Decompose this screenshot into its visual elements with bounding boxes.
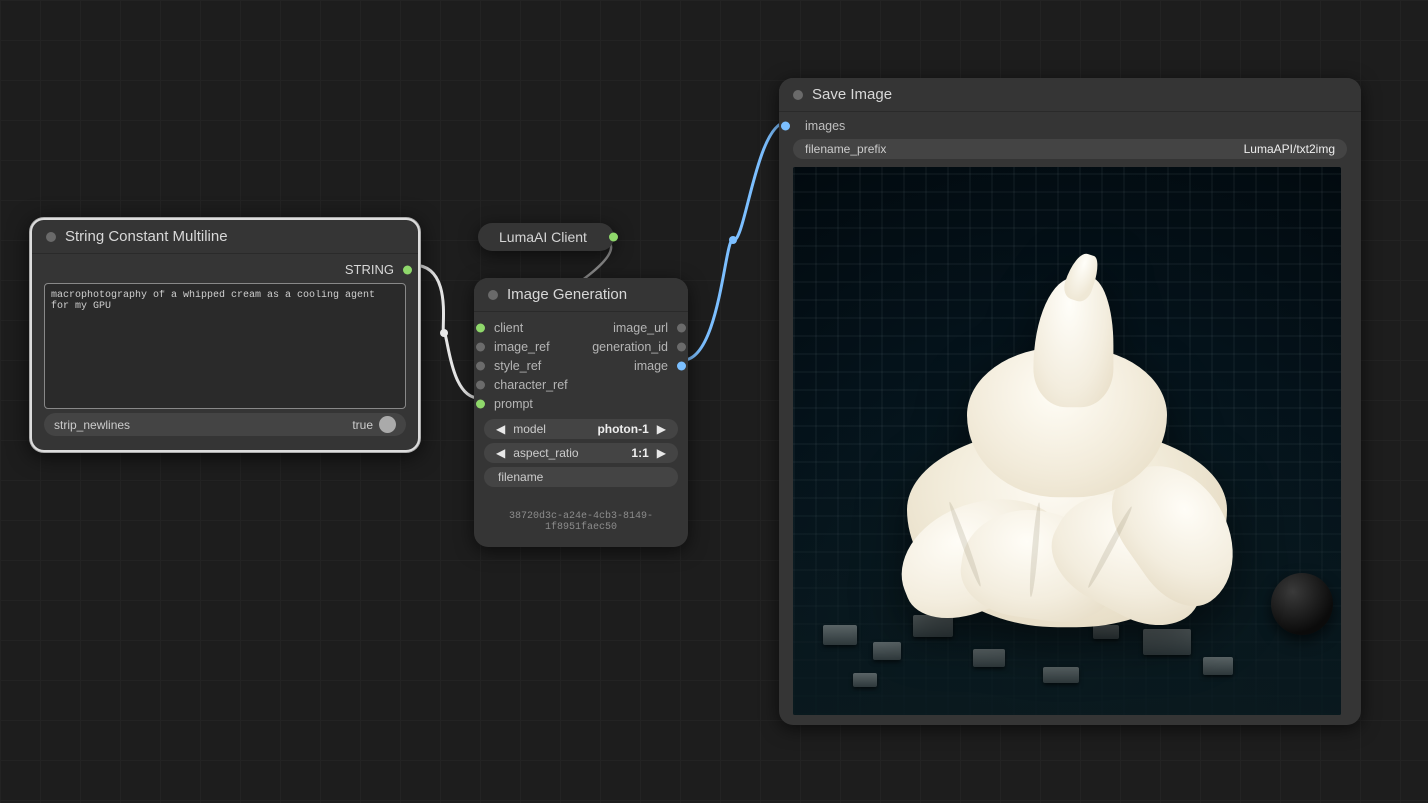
node-header[interactable]: Image Generation <box>474 278 688 312</box>
strip-newlines-toggle[interactable]: strip_newlines true <box>44 413 406 436</box>
collapse-toggle-icon[interactable] <box>46 232 56 242</box>
param-value[interactable]: 1:1 <box>631 446 648 460</box>
node-save-image[interactable]: Save Image images filename_prefix LumaAP… <box>779 78 1361 725</box>
param-value: true <box>352 418 373 432</box>
output-port-client[interactable] <box>609 233 618 242</box>
input-row-images: images <box>785 116 1355 135</box>
port-label: style_ref <box>484 359 581 373</box>
io-row-styleref-image: style_ref image <box>480 356 682 375</box>
port-label: character_ref <box>484 378 678 392</box>
output-port-image[interactable] <box>677 361 686 370</box>
preview-capacitor <box>1271 573 1333 635</box>
port-label: prompt <box>484 397 678 411</box>
chevron-right-icon[interactable]: ▶ <box>655 446 668 460</box>
input-port-client[interactable] <box>476 323 485 332</box>
input-port-prompt[interactable] <box>476 399 485 408</box>
filename-prefix-field[interactable]: filename_prefix LumaAPI/txt2img <box>793 139 1347 159</box>
output-port-string[interactable]: STRING <box>42 260 408 279</box>
node-graph-canvas[interactable]: String Constant Multiline STRING strip_n… <box>0 0 1428 803</box>
io-row-prompt: prompt <box>480 394 682 413</box>
input-port-image-ref[interactable] <box>476 342 485 351</box>
param-label: aspect_ratio <box>513 446 578 460</box>
io-row-client-imageurl: client image_url <box>480 318 682 337</box>
node-lumaai-client[interactable]: LumaAI Client <box>478 223 614 251</box>
node-title: String Constant Multiline <box>65 228 228 245</box>
port-label: image_url <box>581 321 678 335</box>
output-port-generation-id[interactable] <box>677 342 686 351</box>
port-dot-icon[interactable] <box>403 265 412 274</box>
input-port-images[interactable] <box>781 121 790 130</box>
node-string-constant-multiline[interactable]: String Constant Multiline STRING strip_n… <box>30 218 420 452</box>
toggle-knob-icon[interactable] <box>379 416 396 433</box>
node-title: Image Generation <box>507 286 627 303</box>
collapse-toggle-icon[interactable] <box>488 290 498 300</box>
node-header[interactable]: Save Image <box>779 78 1361 112</box>
param-value: LumaAPI/txt2img <box>1244 142 1335 156</box>
port-label: image <box>581 359 678 373</box>
port-label: images <box>795 119 1351 133</box>
collapse-toggle-icon[interactable] <box>793 90 803 100</box>
chevron-left-icon[interactable]: ◀ <box>494 422 507 436</box>
multiline-text-field[interactable] <box>44 283 406 409</box>
prompt-textarea[interactable] <box>51 290 399 402</box>
node-image-generation[interactable]: Image Generation client image_url image_… <box>474 278 688 547</box>
node-title: Save Image <box>812 86 892 103</box>
io-row-characterref: character_ref <box>480 375 682 394</box>
chevron-right-icon[interactable]: ▶ <box>655 422 668 436</box>
output-port-image-url[interactable] <box>677 323 686 332</box>
port-label: image_ref <box>484 340 581 354</box>
generation-uuid: 38720d3c-a24e-4cb3-8149-1f8951faec50 <box>492 511 670 533</box>
port-label: client <box>484 321 581 335</box>
chevron-left-icon[interactable]: ◀ <box>494 446 507 460</box>
io-row-imageref-genid: image_ref generation_id <box>480 337 682 356</box>
port-label: generation_id <box>581 340 678 354</box>
param-label: model <box>513 422 546 436</box>
param-label[interactable]: filename <box>498 470 543 484</box>
preview-whipped-cream <box>902 287 1232 627</box>
generated-image-preview[interactable] <box>793 167 1341 715</box>
node-title: LumaAI Client <box>499 229 587 245</box>
param-label: filename_prefix <box>805 142 886 156</box>
param-value[interactable]: photon-1 <box>597 422 648 436</box>
input-port-character-ref[interactable] <box>476 380 485 389</box>
node-header[interactable]: String Constant Multiline <box>32 220 418 254</box>
port-label: STRING <box>46 262 404 277</box>
input-port-style-ref[interactable] <box>476 361 485 370</box>
param-label: strip_newlines <box>54 418 130 432</box>
